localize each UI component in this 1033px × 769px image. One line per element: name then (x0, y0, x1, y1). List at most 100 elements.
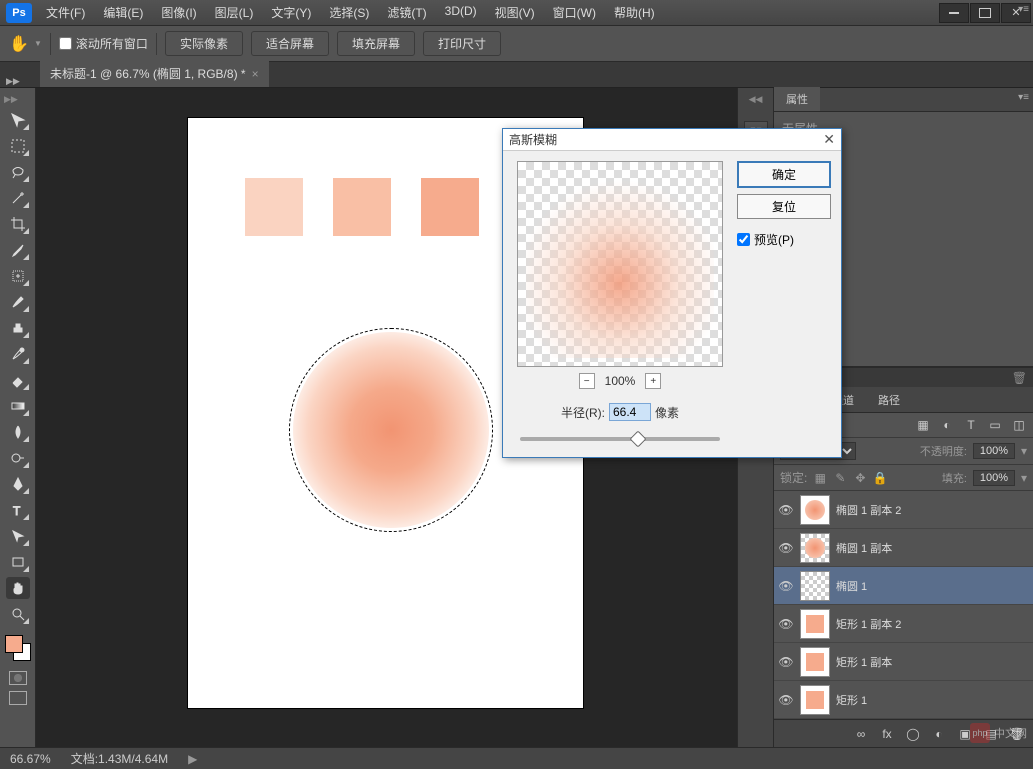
lock-position-icon[interactable]: ✥ (853, 471, 867, 485)
magic-wand-tool[interactable] (6, 187, 30, 209)
adjustment-icon[interactable]: ◐ (931, 726, 947, 742)
layer-thumbnail[interactable] (800, 533, 830, 563)
reset-button[interactable]: 复位 (737, 194, 831, 219)
dialog-preview[interactable] (517, 161, 723, 367)
color-swatches[interactable] (5, 635, 31, 661)
move-tool[interactable] (6, 109, 30, 131)
panel-menu-icon[interactable]: ▾≡ (1018, 4, 1029, 15)
checkbox-input[interactable] (59, 37, 72, 50)
menu-image[interactable]: 图像(I) (153, 0, 204, 25)
layer-row[interactable]: 👁椭圆 1 副本 (774, 529, 1033, 567)
menu-type[interactable]: 文字(Y) (263, 0, 319, 25)
print-size-button[interactable]: 打印尺寸 (423, 31, 501, 56)
visibility-toggle-icon[interactable]: 👁 (778, 578, 794, 594)
fx-icon[interactable]: fx (879, 726, 895, 742)
history-brush-tool[interactable] (6, 343, 30, 365)
ok-button[interactable]: 确定 (737, 161, 831, 188)
menu-3d[interactable]: 3D(D) (437, 0, 485, 25)
layer-thumbnail[interactable] (800, 609, 830, 639)
menu-select[interactable]: 选择(S) (321, 0, 377, 25)
preview-checkbox[interactable]: 预览(P) (737, 231, 831, 248)
menu-edit[interactable]: 编辑(E) (95, 0, 151, 25)
close-tab-icon[interactable]: × (252, 67, 259, 81)
maximize-button[interactable] (970, 3, 1000, 23)
layer-row[interactable]: 👁椭圆 1 副本 2 (774, 491, 1033, 529)
radius-input[interactable] (609, 403, 651, 421)
expand-icon[interactable]: ◀◀ (749, 94, 763, 105)
layer-row[interactable]: 👁矩形 1 副本 (774, 643, 1033, 681)
layer-name-label[interactable]: 矩形 1 (836, 692, 867, 708)
layer-row[interactable]: 👁 矩形 1 副本 2 (774, 605, 1033, 643)
dialog-close-icon[interactable]: ✕ (823, 131, 835, 148)
lock-transparency-icon[interactable]: ▦ (813, 471, 827, 485)
dropdown-chevron-icon[interactable]: ▾ (1021, 444, 1027, 458)
panel-menu-icon[interactable]: ▾≡ (1018, 92, 1029, 103)
zoom-tool[interactable] (6, 603, 30, 625)
visibility-toggle-icon[interactable]: 👁 (778, 692, 794, 708)
layer-thumbnail[interactable] (800, 495, 830, 525)
properties-tab[interactable]: 属性 (774, 87, 820, 111)
radius-slider[interactable] (520, 437, 720, 441)
lock-pixels-icon[interactable]: ✎ (833, 471, 847, 485)
fill-screen-button[interactable]: 填充屏幕 (337, 31, 415, 56)
rectangle-tool[interactable] (6, 551, 30, 573)
actual-pixels-button[interactable]: 实际像素 (165, 31, 243, 56)
paths-tab[interactable]: 路径 (866, 388, 912, 412)
menu-help[interactable]: 帮助(H) (606, 0, 663, 25)
link-layers-icon[interactable]: ∞ (853, 726, 869, 742)
menu-window[interactable]: 窗口(W) (545, 0, 604, 25)
collapse-icon[interactable]: ▶▶ (6, 76, 20, 87)
dialog-titlebar[interactable]: 高斯模糊 ✕ (503, 129, 841, 151)
eraser-tool[interactable] (6, 369, 30, 391)
foreground-color-swatch[interactable] (5, 635, 23, 653)
menu-filter[interactable]: 滤镜(T) (379, 0, 434, 25)
lock-all-icon[interactable]: 🔒 (873, 471, 887, 485)
screenmode-icon[interactable] (9, 691, 27, 705)
menu-view[interactable]: 视图(V) (487, 0, 543, 25)
pen-tool[interactable] (6, 473, 30, 495)
blur-tool[interactable] (6, 421, 30, 443)
gradient-tool[interactable] (6, 395, 30, 417)
lasso-tool[interactable] (6, 161, 30, 183)
fit-screen-button[interactable]: 适合屏幕 (251, 31, 329, 56)
layer-row[interactable]: 👁椭圆 1 (774, 567, 1033, 605)
layer-name-label[interactable]: 椭圆 1 副本 2 (836, 502, 901, 518)
eyedropper-tool[interactable] (6, 239, 30, 261)
filter-adjust-icon[interactable]: ◐ (939, 417, 955, 433)
layer-thumbnail[interactable] (800, 571, 830, 601)
layer-thumbnail[interactable] (800, 647, 830, 677)
layer-name-label[interactable]: 矩形 1 副本 2 (836, 616, 901, 632)
collapse-icon[interactable]: ▶▶ (4, 94, 18, 105)
dropdown-chevron-icon[interactable]: ▾ (1021, 471, 1027, 485)
doc-info[interactable]: 文档:1.43M/4.64M (71, 750, 168, 767)
zoom-level[interactable]: 66.67% (10, 752, 51, 766)
fill-input[interactable] (973, 470, 1015, 486)
minimize-button[interactable] (939, 3, 969, 23)
hand-tool-icon[interactable]: ✋ (8, 33, 30, 55)
tool-preset-chevron-icon[interactable]: ▼ (34, 39, 42, 48)
crop-tool[interactable] (6, 213, 30, 235)
filter-pixel-icon[interactable]: ▦ (915, 417, 931, 433)
slider-thumb[interactable] (630, 431, 647, 448)
layer-name-label[interactable]: 矩形 1 副本 (836, 654, 892, 670)
filter-smart-icon[interactable]: ◫ (1011, 417, 1027, 433)
clone-stamp-tool[interactable] (6, 317, 30, 339)
filter-type-icon[interactable]: T (963, 417, 979, 433)
scroll-all-windows-checkbox[interactable]: 滚动所有窗口 (59, 35, 148, 52)
layer-thumbnail[interactable] (800, 685, 830, 715)
healing-brush-tool[interactable] (6, 265, 30, 287)
hand-tool[interactable] (6, 577, 30, 599)
filter-shape-icon[interactable]: ▭ (987, 417, 1003, 433)
dodge-tool[interactable] (6, 447, 30, 469)
trash-icon[interactable]: 🗑 (1012, 371, 1027, 385)
visibility-toggle-icon[interactable]: 👁 (778, 540, 794, 556)
visibility-toggle-icon[interactable]: 👁 (778, 616, 794, 632)
zoom-in-button[interactable]: + (645, 373, 661, 389)
path-selection-tool[interactable] (6, 525, 30, 547)
zoom-out-button[interactable]: − (579, 373, 595, 389)
menu-layer[interactable]: 图层(L) (207, 0, 262, 25)
status-chevron-icon[interactable]: ▶ (188, 752, 197, 766)
brush-tool[interactable] (6, 291, 30, 313)
marquee-tool[interactable] (6, 135, 30, 157)
opacity-input[interactable] (973, 443, 1015, 459)
